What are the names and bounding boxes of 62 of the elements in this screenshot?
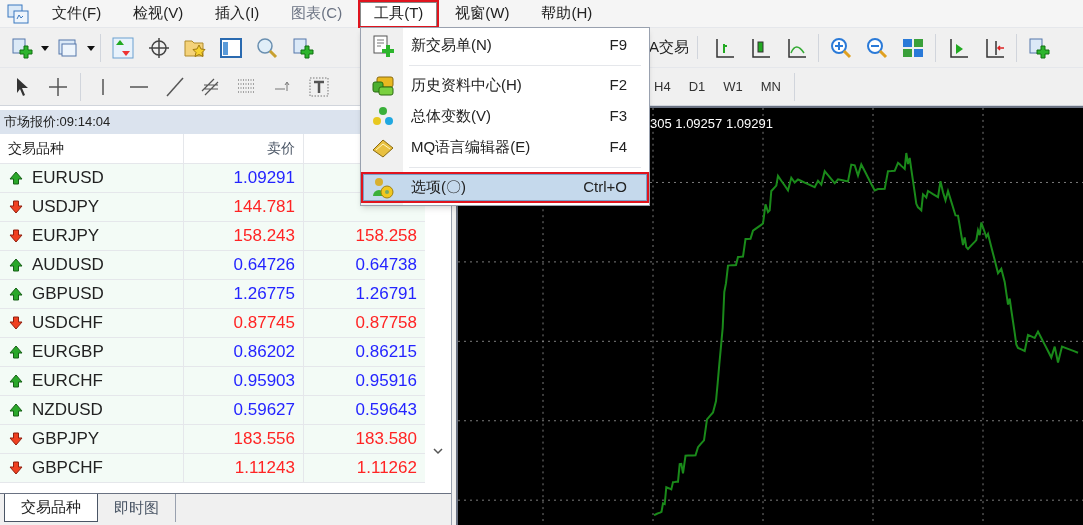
panel-tab[interactable]: 即时图 [98, 494, 176, 522]
ask-price-cell-text: 183.580 [355, 428, 417, 451]
symbol-cell-text: USDCHF [32, 312, 103, 335]
ask-price-cell-text: 158.258 [355, 225, 417, 248]
panel-tab[interactable]: 交易品种 [4, 494, 98, 522]
bid-price-cell-text: 0.87745 [233, 312, 295, 335]
terminal-window-icon[interactable] [219, 35, 243, 60]
symbol-cell-text: EURCHF [32, 370, 103, 393]
ask-price-cell-text: 0.86215 [355, 341, 417, 364]
timeframe-button[interactable]: W1 [714, 76, 752, 97]
ask-price-cell-text: 0.87758 [355, 312, 417, 335]
scroll-down-icon[interactable] [432, 445, 444, 457]
ask-price-cell-text: 0.64738 [355, 254, 417, 277]
bid-price-cell-text: 144.781 [233, 196, 295, 219]
new-chart-icon[interactable] [10, 35, 34, 60]
symbol-cell-text: EURGBP [32, 341, 104, 364]
market-watch-icon[interactable] [111, 35, 135, 60]
bid-price-cell-text: 1.11243 [234, 457, 295, 480]
zoom-out-icon[interactable] [865, 35, 889, 60]
chart-price-header: 305 1.09257 1.09291 [650, 115, 773, 133]
bid-price-cell-text: 0.59627 [233, 399, 295, 422]
bid-price-cell-text: 0.95903 [233, 370, 295, 393]
symbol-cell-text: GBPCHF [32, 457, 103, 480]
ask-price-cell-text: 1.11262 [356, 457, 417, 480]
timeframe-button[interactable]: D1 [679, 76, 715, 97]
menu-option[interactable]: 选项(〇) Ctrl+O [361, 172, 649, 203]
symbol-cell-text: GBPUSD [32, 283, 104, 306]
ask-price-cell-text: 1.26791 [355, 283, 417, 306]
menu-item[interactable]: 视窗(W) [439, 0, 526, 28]
menu-item[interactable]: 检视(V) [117, 0, 200, 28]
user-gear-icon [371, 175, 395, 200]
bid-price-cell-text: 1.09291 [233, 167, 295, 190]
new-order-icon[interactable] [291, 35, 315, 60]
text-tool-icon[interactable] [307, 74, 331, 99]
bid-price-cell-text: 1.26775 [233, 283, 295, 306]
crosshair-icon[interactable] [147, 35, 171, 60]
symbol-cell-text: GBPJPY [32, 428, 100, 451]
menu-item[interactable]: 工具(T) [358, 0, 440, 28]
menu-option[interactable]: 新交易单(N) F9 [361, 30, 649, 61]
menu-option[interactable]: MQ语言编辑器(E) F4 [361, 132, 649, 163]
zoom-in-icon[interactable] [829, 35, 853, 60]
symbol-cell-text: USDJPY [32, 196, 100, 219]
symbol-cell-text: EURJPY [32, 225, 100, 248]
bid-price-cell-text: 158.243 [233, 225, 295, 248]
symbol-cell-text: NZDUSD [32, 399, 103, 422]
new-document-icon[interactable] [1027, 35, 1051, 60]
ask-price-cell-text: 0.95916 [355, 370, 417, 393]
timeframe-button[interactable]: MN [751, 76, 790, 97]
database-icon [371, 73, 395, 98]
bid-price-cell-text: 0.64726 [233, 254, 295, 277]
ask-price-cell-text: 0.59643 [355, 399, 417, 422]
bid-price-cell-text: 0.86202 [233, 341, 295, 364]
column-header[interactable]: 交易品种 [0, 134, 184, 163]
menu-item[interactable]: 插入(I) [199, 0, 276, 28]
column-header[interactable]: 卖价 [184, 134, 304, 163]
menu-item[interactable]: 帮助(H) [525, 0, 609, 28]
menu-item[interactable]: 文件(F) [36, 0, 118, 28]
symbol-cell-text: AUDUSD [32, 254, 104, 277]
magnifier-icon[interactable] [255, 35, 279, 60]
document-plus-icon [371, 33, 395, 58]
bid-price-cell-text: 183.556 [233, 428, 295, 451]
symbol-cell-text: EURUSD [32, 167, 104, 190]
